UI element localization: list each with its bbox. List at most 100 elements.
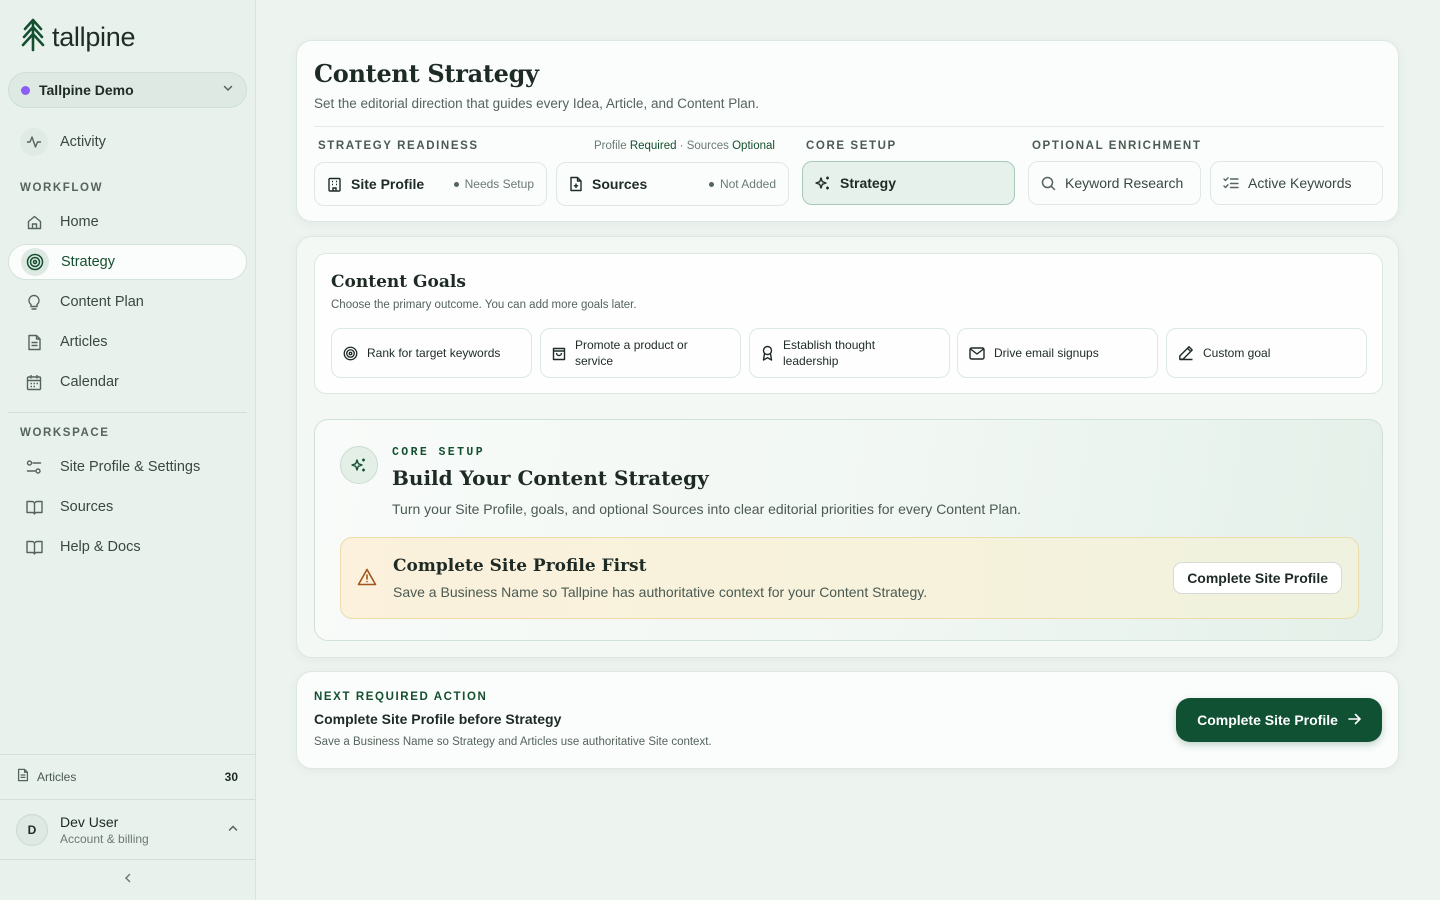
book-icon	[20, 533, 48, 561]
note-profile: Profile	[594, 140, 627, 152]
building-icon	[327, 177, 342, 192]
site-profile-warning: Complete Site Profile First Save a Busin…	[340, 537, 1359, 619]
goal-label: Custom goal	[1203, 346, 1271, 360]
core-setup-label: CORE SETUP	[806, 140, 897, 152]
next-action-caption: NEXT REQUIRED ACTION	[314, 691, 488, 703]
content-goals-title: Content Goals	[331, 272, 466, 292]
sidebar-item-label: Calendar	[60, 374, 119, 390]
sidebar-item-label: Strategy	[61, 254, 115, 270]
sidebar-item-help-docs[interactable]: Help & Docs	[8, 529, 247, 565]
articles-usage-count: 30	[224, 770, 238, 784]
award-icon	[761, 345, 774, 361]
sidebar-item-strategy[interactable]: Strategy	[8, 244, 247, 280]
goal-label: Establish thought leadership	[783, 338, 876, 368]
workspace-name: Tallpine Demo	[39, 82, 134, 98]
sidebar-item-sources[interactable]: Sources	[8, 489, 247, 525]
active-keywords-chip-label: Active Keywords	[1248, 175, 1352, 191]
sparkle-icon	[815, 175, 831, 191]
warning-title: Complete Site Profile First	[393, 556, 647, 576]
strategy-chip[interactable]: Strategy	[802, 161, 1015, 205]
sidebar-item-label: Site Profile & Settings	[60, 459, 201, 475]
build-strategy-card: CORE SETUP Build Your Content Strategy T…	[314, 419, 1383, 641]
site-profile-chip-label: Site Profile	[351, 176, 425, 192]
complete-site-profile-button[interactable]: Complete Site Profile	[1173, 562, 1342, 594]
articles-usage[interactable]: Articles 30	[0, 754, 255, 799]
sidebar-item-home[interactable]: Home	[8, 204, 247, 240]
workflow-section-label: WORKFLOW	[20, 182, 104, 194]
goal-option-thought-leadership[interactable]: Establish thought leadership	[749, 328, 950, 378]
goal-label: Rank for target keywords	[367, 346, 501, 360]
document-icon	[17, 768, 29, 787]
pencil-icon	[1178, 345, 1194, 361]
sidebar-item-calendar[interactable]: Calendar	[8, 364, 247, 400]
goal-option-promote-product[interactable]: Promote a product or service	[540, 328, 741, 378]
strategy-header-card: Content Strategy Set the editorial direc…	[296, 40, 1399, 222]
content-goals-subtitle: Choose the primary outcome. You can add …	[331, 299, 637, 311]
workspace-selector[interactable]: Tallpine Demo	[8, 72, 247, 108]
book-icon	[20, 493, 48, 521]
logo[interactable]: tallpine	[20, 18, 135, 57]
articles-usage-label: Articles	[37, 770, 77, 784]
mail-icon	[969, 346, 985, 360]
goal-option-email-signups[interactable]: Drive email signups	[957, 328, 1158, 378]
chevron-left-icon	[122, 871, 134, 889]
readiness-note: Profile Required · Sources Optional	[594, 140, 775, 152]
keyword-research-chip[interactable]: Keyword Research	[1028, 161, 1201, 205]
strategy-chip-label: Strategy	[840, 175, 897, 191]
user-menu[interactable]: D Dev User Account & billing	[0, 799, 255, 859]
site-profile-chip[interactable]: Site Profile Needs Setup	[314, 162, 547, 206]
target-icon	[343, 346, 358, 361]
goal-option-rank-keywords[interactable]: Rank for target keywords	[331, 328, 532, 378]
chevron-down-icon	[222, 81, 234, 99]
sparkle-icon	[340, 446, 378, 484]
file-plus-icon	[569, 176, 583, 192]
pine-tree-icon	[20, 18, 46, 57]
sidebar-divider	[8, 412, 247, 413]
avatar: D	[16, 813, 48, 846]
activity-icon	[20, 128, 48, 156]
warning-triangle-icon	[357, 568, 377, 591]
lightbulb-icon	[20, 288, 48, 316]
complete-site-profile-primary-button[interactable]: Complete Site Profile	[1176, 698, 1382, 742]
next-required-action-card: NEXT REQUIRED ACTION Complete Site Profi…	[296, 671, 1399, 769]
sidebar-item-activity[interactable]: Activity	[8, 124, 247, 160]
workspace-dot	[21, 85, 30, 95]
warning-text: Save a Business Name so Tallpine has aut…	[393, 584, 928, 600]
active-keywords-chip[interactable]: Active Keywords	[1210, 161, 1383, 205]
note-optional: Optional	[732, 140, 775, 152]
note-separator: ·	[676, 140, 687, 152]
header-divider	[314, 126, 1384, 127]
sidebar: tallpine Tallpine Demo Activity WORKFLOW…	[0, 0, 256, 900]
calendar-icon	[20, 368, 48, 396]
optional-enrichment-label: OPTIONAL ENRICHMENT	[1032, 140, 1202, 152]
sidebar-item-content-plan[interactable]: Content Plan	[8, 284, 247, 320]
collapse-sidebar-button[interactable]	[0, 859, 255, 900]
sidebar-item-label: Home	[60, 214, 99, 230]
note-sources: Sources	[686, 140, 729, 152]
goal-label: Promote a product or service	[575, 338, 688, 368]
note-required: Required	[629, 140, 677, 152]
arrow-right-icon	[1348, 712, 1361, 728]
strategy-builder-panel: Content Goals Choose the primary outcome…	[296, 236, 1399, 658]
shopping-bag-icon	[552, 345, 566, 361]
user-subtitle: Account & billing	[60, 831, 149, 846]
primary-button-label: Complete Site Profile	[1197, 712, 1338, 728]
sidebar-item-site-profile-settings[interactable]: Site Profile & Settings	[8, 449, 247, 485]
user-name: Dev User	[60, 813, 119, 830]
chevron-up-icon	[227, 821, 239, 839]
sources-status: Not Added	[709, 177, 776, 191]
sources-chip[interactable]: Sources Not Added	[556, 162, 789, 206]
sidebar-item-label: Help & Docs	[60, 539, 141, 555]
next-action-text: Save a Business Name so Strategy and Art…	[314, 736, 712, 748]
sources-chip-label: Sources	[592, 176, 648, 192]
page-subtitle: Set the editorial direction that guides …	[314, 96, 760, 111]
sidebar-item-articles[interactable]: Articles	[8, 324, 247, 360]
goal-option-custom[interactable]: Custom goal	[1166, 328, 1367, 378]
home-icon	[20, 208, 48, 236]
build-strategy-title: Build Your Content Strategy	[392, 466, 709, 490]
brand-name: tallpine	[52, 22, 136, 52]
workspace-section-label: WORKSPACE	[20, 427, 110, 439]
build-strategy-subtitle: Turn your Site Profile, goals, and optio…	[392, 501, 1022, 517]
site-profile-status: Needs Setup	[454, 177, 534, 191]
strategy-readiness-label: STRATEGY READINESS	[318, 140, 479, 152]
